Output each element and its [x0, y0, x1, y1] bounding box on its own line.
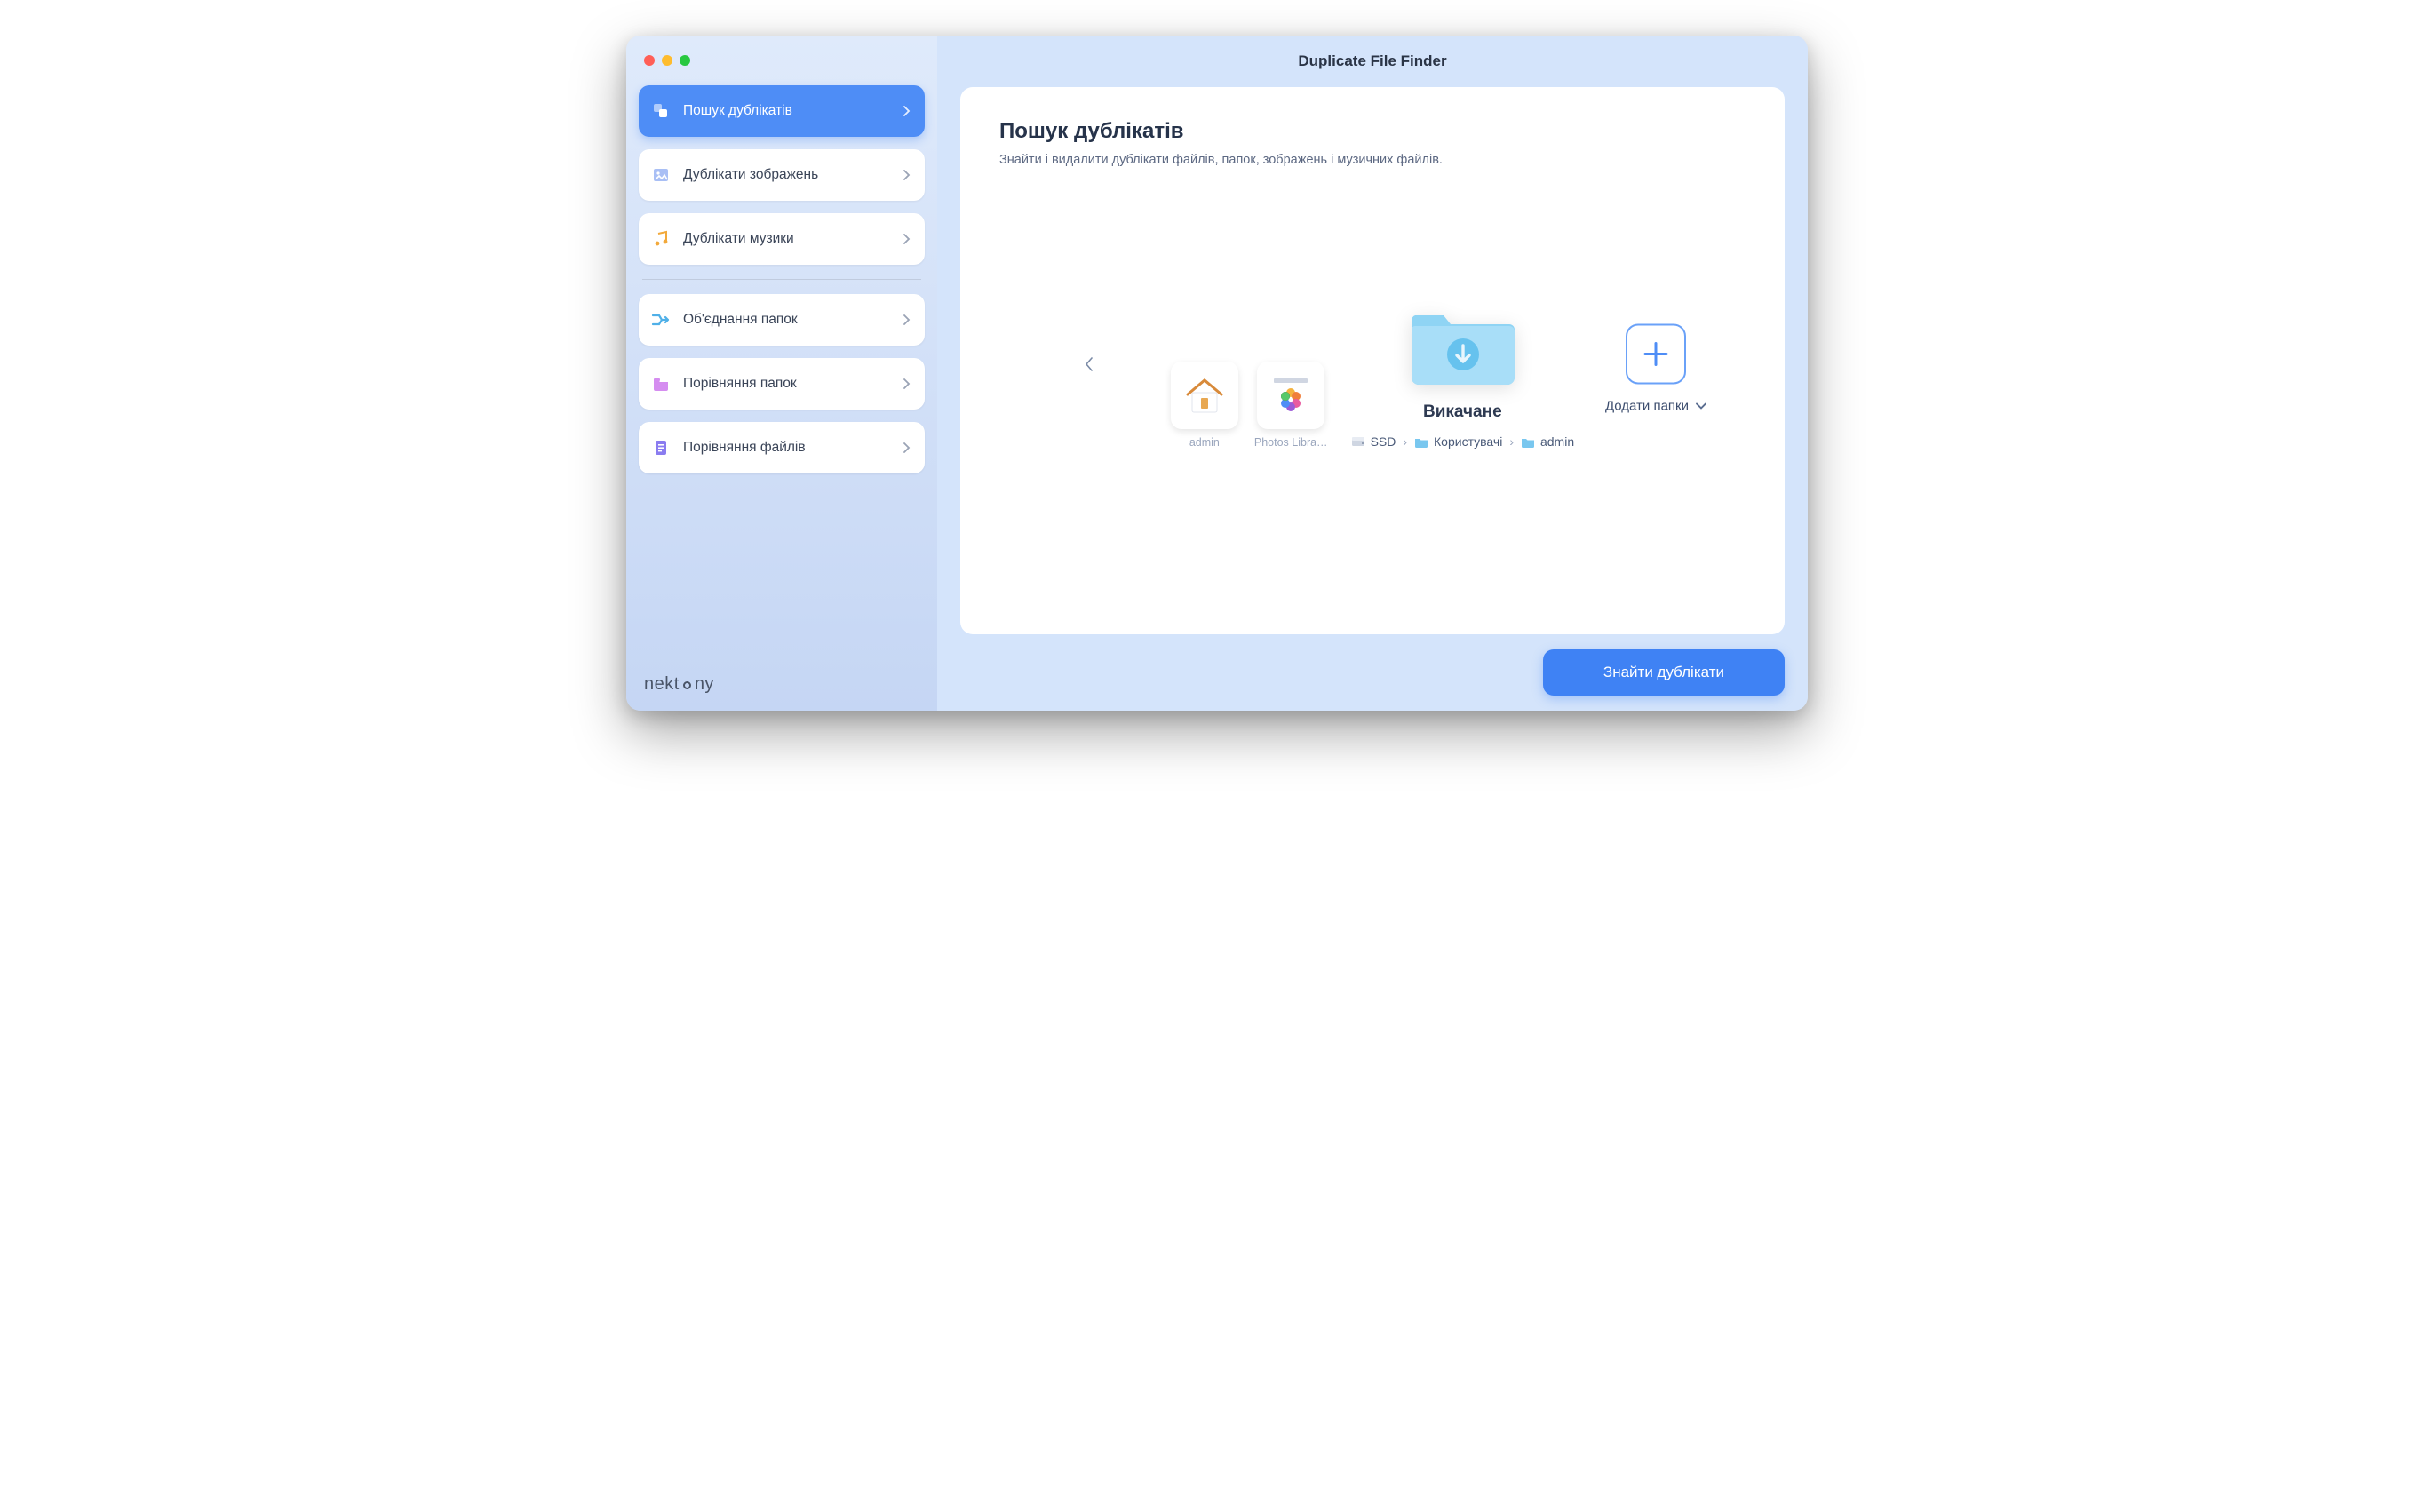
- folder-compare-icon: [651, 374, 671, 394]
- sidebar-item-label: Порівняння папок: [683, 376, 891, 392]
- chevron-right-icon: [903, 170, 911, 180]
- sidebar-item-find-duplicates[interactable]: Пошук дублікатів: [639, 85, 925, 137]
- home-folder-icon: [1171, 362, 1238, 429]
- sidebar-item-label: Порівняння файлів: [683, 440, 891, 456]
- minimize-window-button[interactable]: [662, 55, 672, 66]
- music-icon: [651, 229, 671, 249]
- add-folders-dropdown[interactable]: Додати папки: [1605, 398, 1706, 413]
- window-controls: [639, 52, 925, 85]
- chevron-right-icon: ›: [1403, 434, 1407, 449]
- sidebar-item-label: Пошук дублікатів: [683, 103, 891, 119]
- app-title: Duplicate File Finder: [1298, 52, 1446, 70]
- folder-mini-icon: [1521, 434, 1535, 449]
- duplicates-icon: [651, 101, 671, 121]
- target-item-home[interactable]: admin: [1171, 362, 1238, 449]
- file-compare-icon: [651, 438, 671, 458]
- target-item-photos[interactable]: Photos Libra…: [1254, 362, 1328, 449]
- add-folder-button[interactable]: [1626, 323, 1686, 384]
- sidebar-item-label: Дублікати музики: [683, 231, 891, 247]
- merge-icon: [651, 310, 671, 330]
- app-window: Пошук дублікатів Дублікати зображень Д: [626, 36, 1808, 711]
- target-label: Photos Libra…: [1254, 436, 1328, 449]
- chevron-right-icon: [903, 442, 911, 453]
- target-item-selected[interactable]: Викачане SSD ›: [1351, 299, 1575, 449]
- chevron-right-icon: [903, 314, 911, 325]
- downloads-folder-icon: [1410, 299, 1515, 388]
- sidebar-item-label: Об'єднання папок: [683, 312, 891, 328]
- chevron-down-icon: [1696, 402, 1706, 410]
- main-area: Duplicate File Finder Пошук дублікатів З…: [937, 36, 1808, 711]
- breadcrumb: SSD › Користувачі ›: [1351, 434, 1575, 449]
- selected-target-name: Викачане: [1423, 402, 1502, 422]
- breadcrumb-label: admin: [1540, 434, 1574, 449]
- image-icon: [651, 165, 671, 185]
- scan-targets-row: admin: [1171, 299, 1574, 449]
- sidebar-item-label: Дублікати зображень: [683, 167, 891, 183]
- sidebar-item-compare-folders[interactable]: Порівняння папок: [639, 358, 925, 410]
- carousel-prev-button[interactable]: [1076, 348, 1102, 380]
- breadcrumb-label: SSD: [1371, 434, 1396, 449]
- brand-logo: nektny: [639, 674, 925, 695]
- nav-list: Пошук дублікатів Дублікати зображень Д: [639, 85, 925, 473]
- chevron-right-icon: ›: [1509, 434, 1514, 449]
- plus-icon: [1641, 338, 1671, 369]
- photos-library-icon: [1257, 362, 1324, 429]
- divider: [642, 279, 921, 280]
- zoom-window-button[interactable]: [680, 55, 690, 66]
- chevron-right-icon: [903, 378, 911, 389]
- sidebar-item-music-duplicates[interactable]: Дублікати музики: [639, 213, 925, 265]
- sidebar-item-compare-files[interactable]: Порівняння файлів: [639, 422, 925, 473]
- scan-targets-stage: admin: [999, 140, 1746, 608]
- titlebar: Duplicate File Finder: [937, 36, 1808, 87]
- find-duplicates-button[interactable]: Знайти дублікати: [1543, 649, 1785, 696]
- target-label: admin: [1189, 436, 1220, 449]
- add-folders-panel: Додати папки: [1605, 323, 1706, 413]
- breadcrumb-segment[interactable]: SSD: [1351, 434, 1396, 449]
- content-card: Пошук дублікатів Знайти і видалити дублі…: [960, 87, 1785, 634]
- footer: Знайти дублікати: [937, 634, 1808, 711]
- breadcrumb-segment[interactable]: admin: [1521, 434, 1574, 449]
- chevron-right-icon: [903, 234, 911, 244]
- chevron-right-icon: [903, 106, 911, 116]
- sidebar-item-merge-folders[interactable]: Об'єднання папок: [639, 294, 925, 346]
- add-folders-label: Додати папки: [1605, 398, 1689, 413]
- folder-mini-icon: [1414, 434, 1428, 449]
- sidebar: Пошук дублікатів Дублікати зображень Д: [626, 36, 937, 711]
- sidebar-item-image-duplicates[interactable]: Дублікати зображень: [639, 149, 925, 201]
- breadcrumb-segment[interactable]: Користувачі: [1414, 434, 1502, 449]
- disk-icon: [1351, 434, 1365, 449]
- breadcrumb-label: Користувачі: [1434, 434, 1502, 449]
- close-window-button[interactable]: [644, 55, 655, 66]
